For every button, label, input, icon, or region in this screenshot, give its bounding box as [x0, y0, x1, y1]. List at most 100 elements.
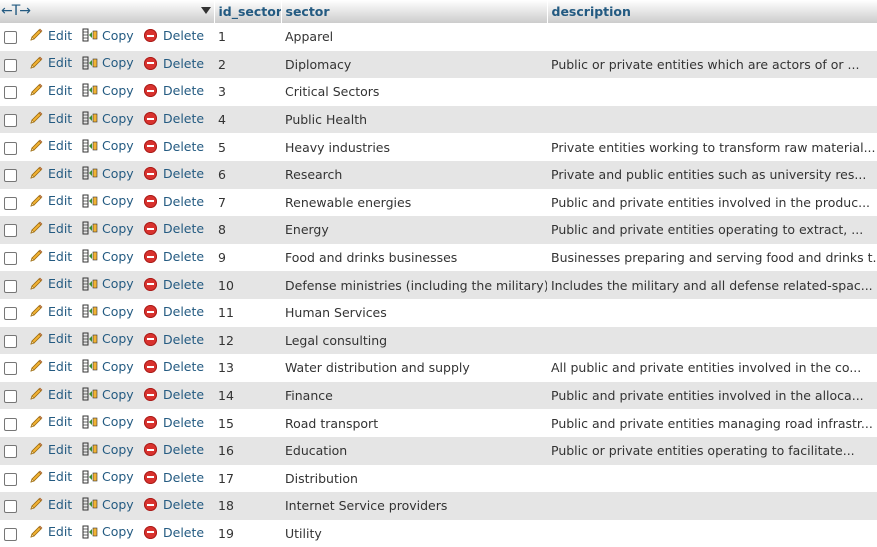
sort-dropdown-icon[interactable] [200, 7, 211, 14]
edit-button[interactable]: Edit [28, 138, 72, 154]
cell-id-sector[interactable]: 16 [214, 437, 281, 465]
cell-id-sector[interactable]: 13 [214, 354, 281, 382]
delete-button[interactable]: Delete [144, 332, 204, 347]
edit-button[interactable]: Edit [28, 55, 72, 71]
cell-id-sector[interactable]: 17 [214, 465, 281, 493]
delete-button[interactable]: Delete [144, 249, 204, 264]
cell-description[interactable] [547, 492, 877, 520]
row-checkbox[interactable] [4, 362, 17, 376]
cell-description[interactable]: Public or private entities operating to … [547, 437, 877, 465]
edit-button[interactable]: Edit [28, 358, 72, 374]
cell-description[interactable]: Private entities working to transform ra… [547, 133, 877, 161]
delete-button[interactable]: Delete [144, 166, 204, 181]
row-checkbox[interactable] [4, 58, 17, 72]
column-header-sector[interactable]: sector [281, 0, 548, 23]
delete-button[interactable]: Delete [144, 304, 204, 319]
cell-description[interactable]: Public or private entities which are act… [547, 51, 877, 79]
row-checkbox[interactable] [4, 196, 17, 210]
cell-description[interactable] [547, 106, 877, 134]
cell-description[interactable]: Public and private entities managing roa… [547, 409, 877, 437]
edit-button[interactable]: Edit [28, 414, 72, 430]
delete-button[interactable]: Delete [144, 470, 204, 485]
edit-button[interactable]: Edit [28, 220, 72, 236]
row-checkbox[interactable] [4, 500, 17, 514]
cell-description[interactable]: Includes the military and all defense re… [547, 271, 877, 299]
column-header-description[interactable]: description [547, 0, 877, 23]
copy-button[interactable]: Copy [82, 414, 134, 430]
row-checkbox[interactable] [4, 114, 17, 128]
cell-sector[interactable]: Diplomacy [281, 51, 547, 79]
copy-button[interactable]: Copy [82, 27, 134, 43]
copy-button[interactable]: Copy [82, 331, 134, 347]
delete-button[interactable]: Delete [144, 111, 204, 126]
cell-sector[interactable]: Legal consulting [281, 327, 547, 355]
cell-sector[interactable]: Defense ministries (including the milita… [281, 271, 547, 299]
cell-description[interactable]: Public and private entities involved in … [547, 189, 877, 217]
cell-id-sector[interactable]: 6 [214, 161, 281, 189]
edit-button[interactable]: Edit [28, 248, 72, 264]
cell-sector[interactable]: Education [281, 437, 547, 465]
cell-description[interactable] [547, 299, 877, 327]
cell-sector[interactable]: Human Services [281, 299, 547, 327]
copy-button[interactable]: Copy [82, 276, 134, 292]
row-checkbox[interactable] [4, 279, 17, 293]
cell-description[interactable]: Businesses preparing and serving food an… [547, 244, 877, 272]
delete-button[interactable]: Delete [144, 56, 204, 71]
cell-id-sector[interactable]: 19 [214, 520, 281, 547]
cell-id-sector[interactable]: 2 [214, 51, 281, 79]
delete-button[interactable]: Delete [144, 387, 204, 402]
row-checkbox[interactable] [4, 169, 17, 183]
row-checkbox[interactable] [4, 472, 17, 486]
cell-sector[interactable]: Renewable energies [281, 189, 547, 217]
cell-id-sector[interactable]: 15 [214, 409, 281, 437]
cell-sector[interactable]: Utility [281, 520, 547, 547]
edit-button[interactable]: Edit [28, 110, 72, 126]
edit-button[interactable]: Edit [28, 193, 72, 209]
cell-sector[interactable]: Research [281, 161, 547, 189]
cell-description[interactable] [547, 520, 877, 547]
row-checkbox[interactable] [4, 86, 17, 100]
column-arrows-icon[interactable]: ←T→ [1, 3, 31, 19]
row-checkbox[interactable] [4, 390, 17, 404]
cell-id-sector[interactable]: 10 [214, 271, 281, 299]
cell-sector[interactable]: Internet Service providers [281, 492, 547, 520]
cell-sector[interactable]: Critical Sectors [281, 78, 547, 106]
cell-id-sector[interactable]: 11 [214, 299, 281, 327]
cell-id-sector[interactable]: 7 [214, 189, 281, 217]
edit-button[interactable]: Edit [28, 469, 72, 485]
cell-id-sector[interactable]: 4 [214, 106, 281, 134]
row-checkbox[interactable] [4, 31, 17, 45]
cell-id-sector[interactable]: 14 [214, 382, 281, 410]
copy-button[interactable]: Copy [82, 110, 134, 126]
cell-sector[interactable]: Food and drinks businesses [281, 244, 547, 272]
copy-button[interactable]: Copy [82, 358, 134, 374]
row-checkbox[interactable] [4, 224, 17, 238]
edit-button[interactable]: Edit [28, 82, 72, 98]
copy-button[interactable]: Copy [82, 469, 134, 485]
cell-description[interactable]: Private and public entities such as univ… [547, 161, 877, 189]
edit-button[interactable]: Edit [28, 27, 72, 43]
delete-button[interactable]: Delete [144, 497, 204, 512]
cell-sector[interactable]: Finance [281, 382, 547, 410]
copy-button[interactable]: Copy [82, 524, 134, 540]
cell-sector[interactable]: Energy [281, 216, 547, 244]
delete-button[interactable]: Delete [144, 442, 204, 457]
cell-id-sector[interactable]: 3 [214, 78, 281, 106]
cell-sector[interactable]: Distribution [281, 465, 547, 493]
edit-button[interactable]: Edit [28, 496, 72, 512]
delete-button[interactable]: Delete [144, 194, 204, 209]
edit-button[interactable]: Edit [28, 331, 72, 347]
delete-button[interactable]: Delete [144, 83, 204, 98]
row-checkbox[interactable] [4, 252, 17, 266]
edit-button[interactable]: Edit [28, 441, 72, 457]
cell-sector[interactable]: Apparel [281, 23, 547, 51]
delete-button[interactable]: Delete [144, 139, 204, 154]
cell-id-sector[interactable]: 5 [214, 133, 281, 161]
cell-description[interactable] [547, 23, 877, 51]
cell-description[interactable] [547, 78, 877, 106]
row-checkbox[interactable] [4, 527, 17, 541]
row-checkbox[interactable] [4, 445, 17, 459]
copy-button[interactable]: Copy [82, 193, 134, 209]
edit-button[interactable]: Edit [28, 165, 72, 181]
row-checkbox[interactable] [4, 141, 17, 155]
